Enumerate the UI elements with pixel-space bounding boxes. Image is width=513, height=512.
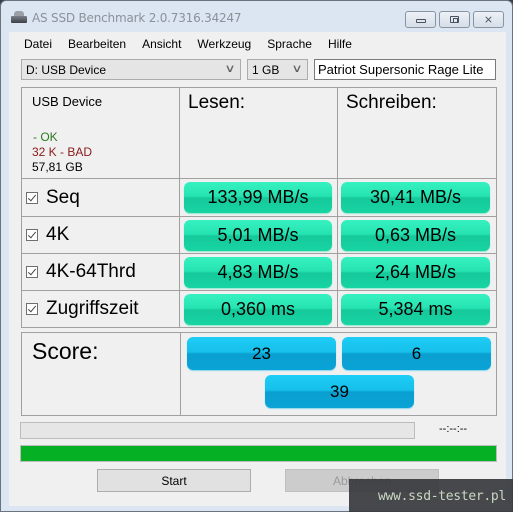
test-label: 4K — [46, 224, 70, 245]
4k-64thrd-read-result: 4,83 MB/s — [184, 257, 332, 288]
maximize-button[interactable] — [439, 11, 470, 28]
test-row-access-time: Zugriffszeit — [21, 290, 180, 328]
write-cell: 30,41 MB/s — [337, 178, 497, 217]
alignment-status: 32 K - BAD — [32, 145, 93, 159]
access-time-write-result: 5,384 ms — [341, 294, 490, 325]
4k-64thrd-write-result: 2,64 MB/s — [341, 257, 490, 288]
access-time-checkbox[interactable] — [26, 303, 38, 315]
test-size-select[interactable]: 1 GB ∨ — [247, 59, 308, 80]
drive-select-value: D: USB Device — [26, 63, 107, 77]
step-progress-bar — [20, 422, 415, 439]
read-header-label: Lesen: — [188, 92, 246, 113]
maximize-icon — [450, 16, 459, 23]
read-cell: 133,99 MB/s — [179, 178, 338, 217]
total-progress-fill — [21, 446, 496, 461]
write-score: 6 — [342, 337, 491, 370]
window-title: AS SSD Benchmark 2.0.7316.34247 — [32, 11, 242, 25]
watermark: www.ssd-tester.pl — [349, 479, 513, 512]
menu-ansicht[interactable]: Ansicht — [142, 32, 181, 54]
write-column-header: Schreiben: — [337, 87, 497, 179]
test-label: Seq — [46, 186, 80, 208]
seq-checkbox[interactable] — [26, 191, 38, 204]
title-bar[interactable]: AS SSD Benchmark 2.0.7316.34247 ⨯ — [1, 1, 512, 33]
total-score: 39 — [265, 375, 414, 408]
test-label: Zugriffszeit — [46, 298, 139, 319]
test-label: 4K-64Thrd — [46, 261, 136, 282]
close-icon: ⨯ — [483, 13, 494, 26]
seq-read-result: 133,99 MB/s — [184, 182, 332, 213]
4k-checkbox[interactable] — [26, 229, 38, 241]
4k-write-result: 0,63 MB/s — [341, 220, 490, 251]
drive-select[interactable]: D: USB Device ∨ — [21, 59, 241, 80]
capacity: 57,81 GB — [32, 160, 83, 174]
menu-werkzeug[interactable]: Werkzeug — [197, 32, 251, 54]
device-name-field[interactable]: Patriot Supersonic Rage Lite — [314, 59, 496, 80]
minimize-icon — [415, 19, 426, 23]
elapsed-time: --:--:-- — [439, 423, 468, 435]
4k-64thrd-checkbox[interactable] — [26, 266, 38, 278]
chevron-down-icon: ∨ — [291, 62, 303, 75]
minimize-button[interactable] — [405, 11, 436, 28]
score-label-cell: Score: — [21, 332, 181, 416]
write-cell: 2,64 MB/s — [337, 253, 497, 291]
write-cell: 0,63 MB/s — [337, 216, 497, 254]
seq-write-result: 30,41 MB/s — [341, 182, 490, 213]
score-label: Score: — [32, 338, 99, 364]
menu-sprache[interactable]: Sprache — [267, 32, 312, 54]
access-time-read-result: 0,360 ms — [184, 294, 332, 325]
drive-icon — [11, 11, 27, 23]
device-info-panel: USB Device - OK 32 K - BAD 57,81 GB — [21, 87, 180, 179]
test-row-seq: Seq — [21, 178, 180, 217]
menu-datei[interactable]: Datei — [24, 32, 52, 54]
read-cell: 5,01 MB/s — [179, 216, 338, 254]
read-column-header: Lesen: — [179, 87, 338, 179]
total-progress-bar — [20, 445, 497, 462]
test-size-value: 1 GB — [252, 63, 280, 77]
test-row-4k: 4K — [21, 216, 180, 254]
close-button[interactable]: ⨯ — [473, 11, 504, 28]
4k-read-result: 5,01 MB/s — [184, 220, 332, 251]
read-score: 23 — [187, 337, 336, 370]
driver-status: - OK — [33, 130, 58, 144]
chevron-down-icon: ∨ — [224, 62, 236, 75]
device-model: USB Device — [32, 94, 103, 109]
score-values-cell: 23 6 39 — [180, 332, 497, 416]
menu-bearbeiten[interactable]: Bearbeiten — [68, 32, 126, 54]
client-area: Datei Bearbeiten Ansicht Werkzeug Sprach… — [9, 32, 506, 506]
read-cell: 4,83 MB/s — [179, 253, 338, 291]
write-header-label: Schreiben: — [346, 92, 437, 113]
test-row-4k-64thrd: 4K-64Thrd — [21, 253, 180, 291]
start-button[interactable]: Start — [97, 469, 251, 492]
menu-bar: Datei Bearbeiten Ansicht Werkzeug Sprach… — [9, 32, 506, 54]
app-window: AS SSD Benchmark 2.0.7316.34247 ⨯ Datei … — [0, 0, 513, 512]
write-cell: 5,384 ms — [337, 290, 497, 328]
read-cell: 0,360 ms — [179, 290, 338, 328]
menu-hilfe[interactable]: Hilfe — [328, 32, 352, 54]
